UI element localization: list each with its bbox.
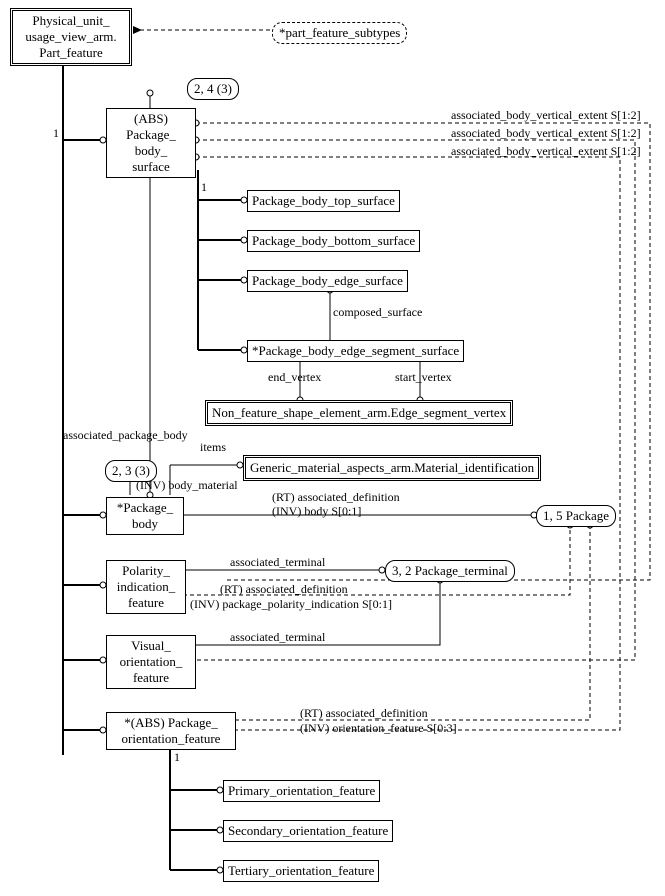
label-inv-body-material: (INV) body_material <box>136 478 238 493</box>
entity-secondary-orientation-feature: Secondary_orientation_feature <box>223 820 393 842</box>
text: (ABS) Package_ body_ surface <box>126 111 176 174</box>
label-items: items <box>200 440 226 455</box>
text: Physical_unit_ usage_view_arm. Part_feat… <box>25 13 116 60</box>
entity-part-feature: Physical_unit_ usage_view_arm. Part_feat… <box>10 8 132 66</box>
text: 3, 2 Package_terminal <box>392 563 508 578</box>
entity-pkg-body-edge-surface: Package_body_edge_surface <box>247 270 408 292</box>
label-composed-surface: composed_surface <box>333 305 422 320</box>
label-assoc-terminal: associated_terminal <box>230 630 325 645</box>
text: Secondary_orientation_feature <box>228 823 388 838</box>
text: *part_feature_subtypes <box>279 25 400 40</box>
text: *Package_ body <box>117 500 173 531</box>
text: Primary_orientation_feature <box>228 783 375 798</box>
entity-pkg-body-bottom-surface: Package_body_bottom_surface <box>247 230 420 252</box>
label-assoc-body-vert: associated_body_vertical_extent S[1:2] <box>451 108 641 123</box>
label-assoc-terminal: associated_terminal <box>230 555 325 570</box>
text: Non_feature_shape_element_arm.Edge_segme… <box>212 405 506 420</box>
entity-polarity-indication-feature: Polarity_ indication_ feature <box>106 560 186 614</box>
label-rt-assoc-def: (RT) associated_definition <box>220 582 348 597</box>
entity-pkg-body-edge-segment-surface: *Package_body_edge_segment_surface <box>247 340 464 362</box>
entity-pkg-body-top-surface: Package_body_top_surface <box>247 190 400 212</box>
text: 2, 3 (3) <box>112 463 150 478</box>
entity-primary-orientation-feature: Primary_orientation_feature <box>223 780 380 802</box>
text: Package_body_top_surface <box>252 193 395 208</box>
text: Visual_ orientation_ feature <box>120 638 183 685</box>
entity-edge-segment-vertex: Non_feature_shape_element_arm.Edge_segme… <box>205 400 513 426</box>
entity-tertiary-orientation-feature: Tertiary_orientation_feature <box>223 860 379 882</box>
text: *(ABS) Package_ orientation_feature <box>122 715 221 746</box>
label-one: 1 <box>174 750 180 765</box>
page-ref-package-terminal: 3, 2 Package_terminal <box>385 560 515 582</box>
entity-package-body-surface: (ABS) Package_ body_ surface <box>106 108 196 178</box>
label-rt-assoc-def: (RT) associated_definition <box>300 706 428 721</box>
page-ref-package: 1, 5 Package <box>536 505 616 527</box>
label-inv-body: (INV) body S[0:1] <box>272 504 361 519</box>
label-one: 1 <box>201 180 207 195</box>
entity-package-orientation-feature: *(ABS) Package_ orientation_feature <box>106 712 236 750</box>
label-assoc-body-vert: associated_body_vertical_extent S[1:2] <box>451 126 641 141</box>
label-end-vertex: end_vertex <box>268 370 321 385</box>
text: *Package_body_edge_segment_surface <box>252 343 459 358</box>
text: Package_body_bottom_surface <box>252 233 415 248</box>
label-rt-assoc-def: (RT) associated_definition <box>272 490 400 505</box>
text: Tertiary_orientation_feature <box>228 863 374 878</box>
text: 1, 5 Package <box>543 508 609 523</box>
text: 2, 4 (3) <box>194 81 232 96</box>
label-start-vertex: start_vertex <box>395 370 452 385</box>
entity-package-body: *Package_ body <box>106 497 184 535</box>
text: Generic_material_aspects_arm.Material_id… <box>250 460 534 475</box>
entity-visual-orientation-feature: Visual_ orientation_ feature <box>106 635 196 689</box>
label-one: 1 <box>53 126 59 141</box>
label-inv-pkg-polarity: (INV) package_polarity_indication S[0:1] <box>190 597 392 612</box>
text: Package_body_edge_surface <box>252 273 403 288</box>
entity-material-identification: Generic_material_aspects_arm.Material_id… <box>243 455 541 481</box>
label-assoc-body-vert: associated_body_vertical_extent S[1:2] <box>451 144 641 159</box>
label-inv-orient: (INV) orientation_feature S[0:3] <box>300 721 457 736</box>
page-ref-24: 2, 4 (3) <box>187 78 239 100</box>
label-assoc-pkg-body: associated_package_body <box>63 428 188 443</box>
select-part-feature-subtypes: *part_feature_subtypes <box>272 22 407 44</box>
text: Polarity_ indication_ feature <box>117 563 176 610</box>
